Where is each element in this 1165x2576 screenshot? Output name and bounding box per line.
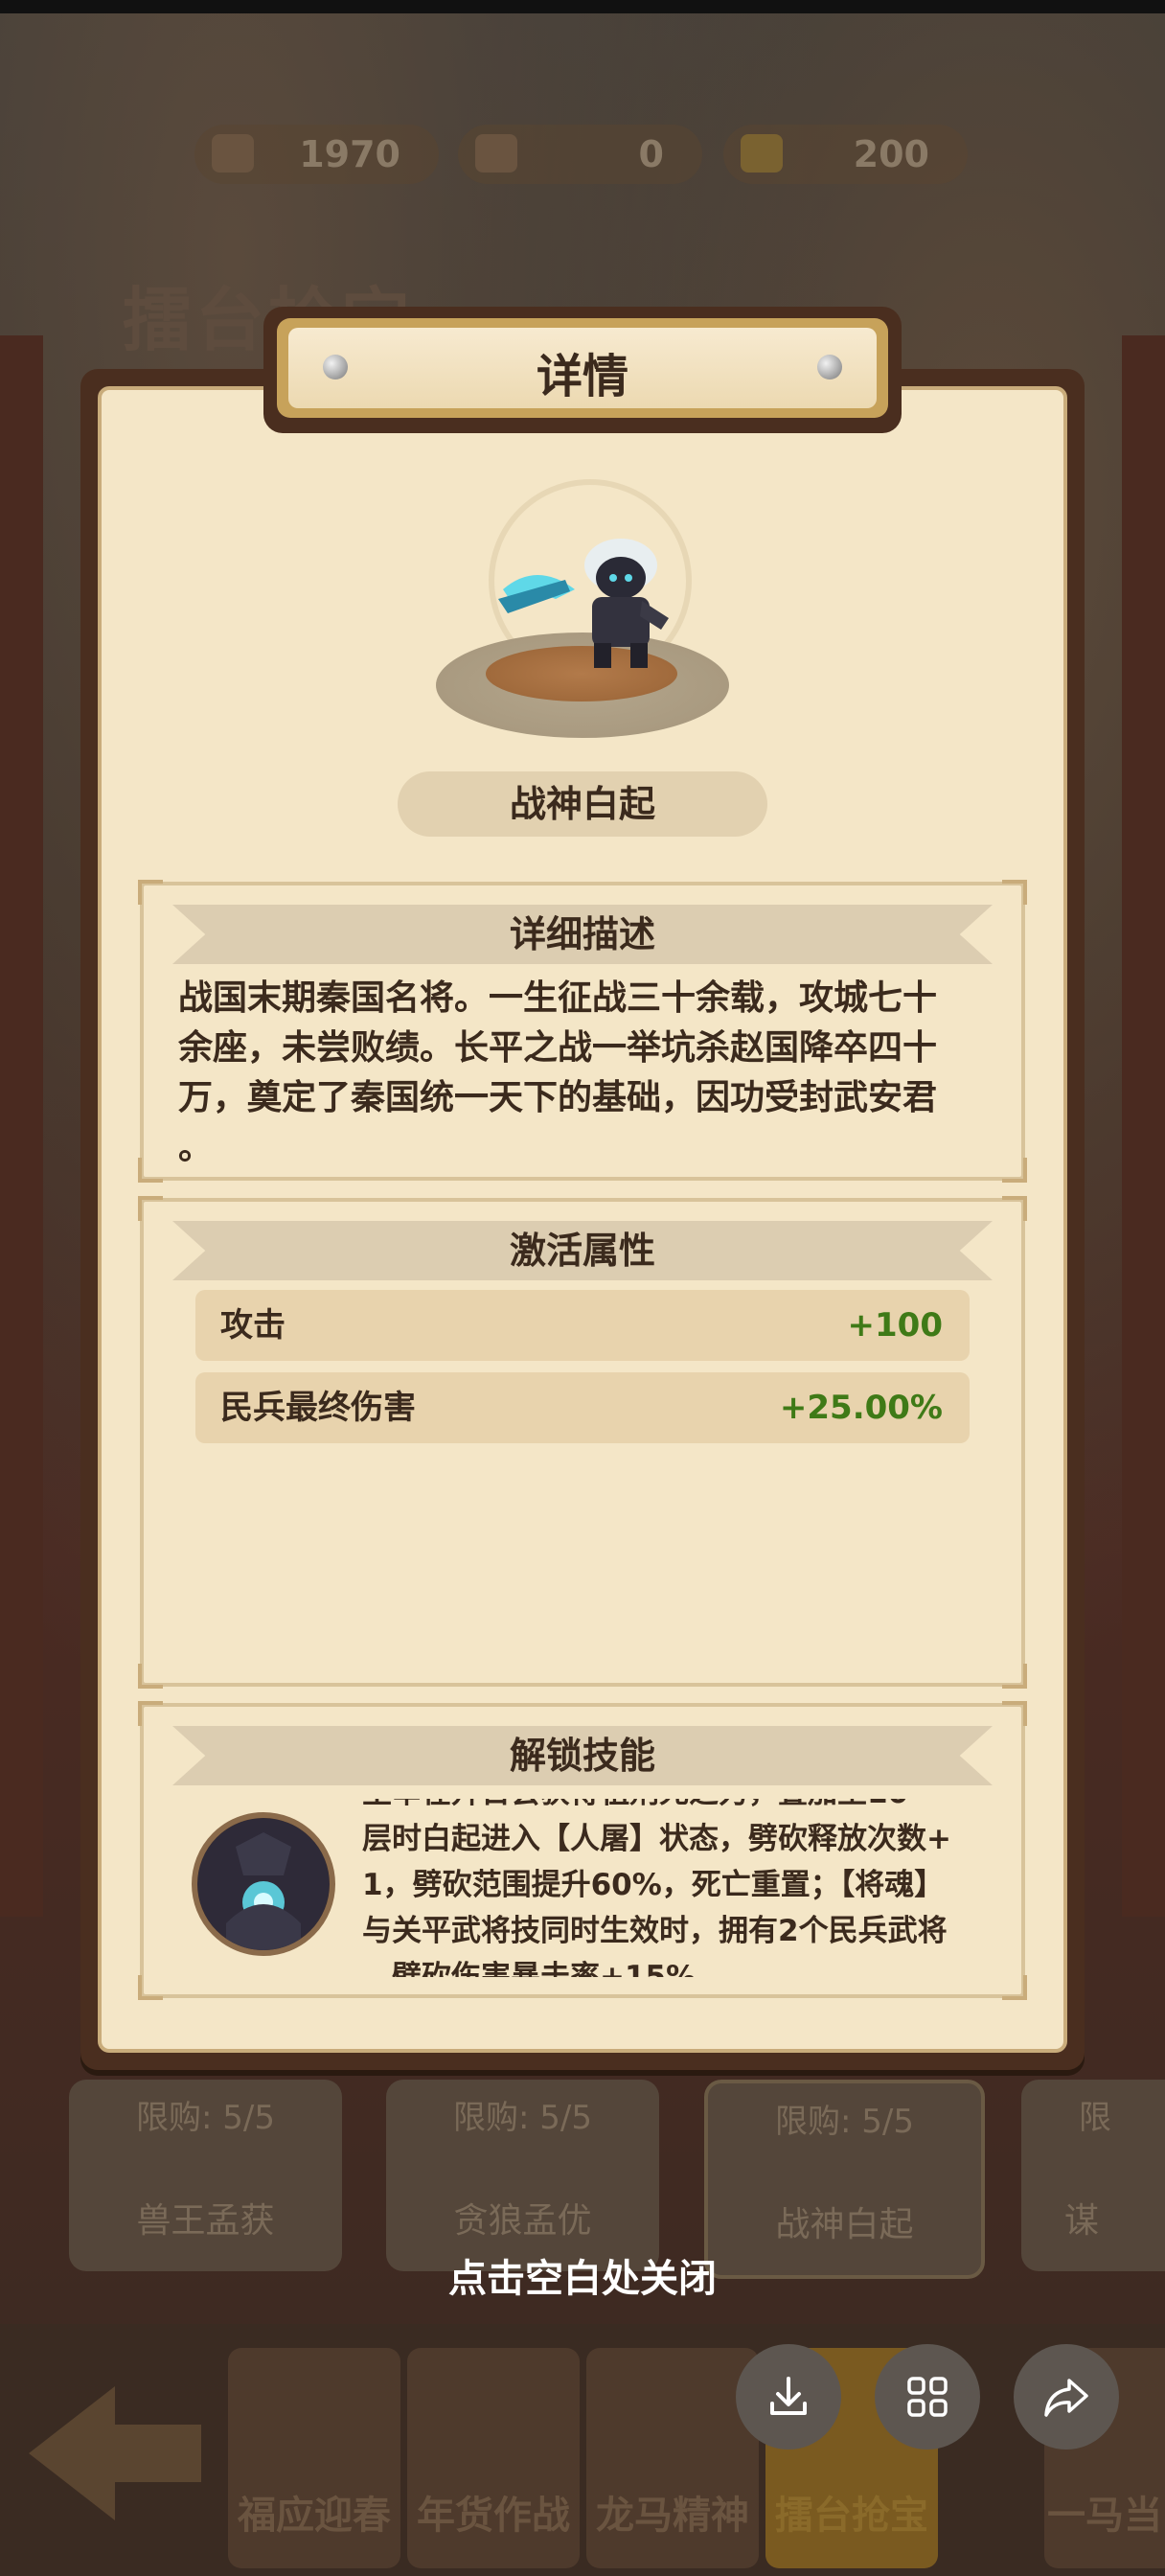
attribute-value: +100	[847, 1306, 943, 1345]
modal-header: 详情	[263, 307, 902, 433]
download-button[interactable]	[736, 2344, 841, 2450]
tab-label: 一马当	[1047, 2494, 1162, 2538]
resource-gold-counter[interactable]: 200	[723, 125, 968, 184]
share-button[interactable]	[1014, 2344, 1119, 2450]
attribute-name: 民兵最终伤害	[220, 1389, 416, 1427]
item-name: 战神白起	[775, 2205, 914, 2244]
skill-section: 解锁技能 主举在升日会获得祖剂死之力，叠加至10 层时白起进入【人屠】状态，劈砍…	[138, 1701, 1027, 2000]
skill-line: ，劈砍伤害暴击率+15%	[362, 1960, 697, 1977]
skill-line: 与关平武将技同时生效时，拥有2个民兵武将	[362, 1914, 948, 1948]
attribute-row: 攻击 +100	[195, 1290, 970, 1361]
status-bar	[0, 0, 1165, 13]
description-line: 万，奠定了秦国统一天下的基础，因功受封武安君	[178, 1078, 938, 1117]
hero-description: 战国末期秦国名将。一生征战三十余载，攻城七十 余座，未尝败绩。长平之战一举坑杀赵…	[178, 974, 993, 1173]
description-line: 战国末期秦国名将。一生征战三十余载，攻城七十	[178, 978, 938, 1018]
purchase-limit: 限购: 5/5	[453, 2099, 592, 2137]
tab-event[interactable]: 年货作战	[407, 2348, 580, 2568]
close-hint[interactable]: 点击空白处关闭	[0, 2247, 1165, 2303]
grid-icon	[907, 2377, 948, 2417]
resource-value: 1970	[299, 133, 400, 175]
attribute-value: +25.00%	[779, 1389, 943, 1427]
tab-label: 福应迎春	[238, 2494, 391, 2538]
skill-line: 层时白起进入【人屠】状态，劈砍释放次数+	[362, 1822, 951, 1856]
download-icon	[770, 2377, 807, 2415]
grid-menu-button[interactable]	[875, 2344, 980, 2450]
modal-title: 详情	[536, 350, 628, 403]
right-banner	[1122, 335, 1165, 1917]
skill-icon[interactable]	[192, 1812, 335, 1956]
back-arrow-icon[interactable]	[10, 2348, 211, 2540]
tab-event[interactable]: 龙马精神	[586, 2348, 759, 2568]
item-name: 贪狼孟优	[453, 2201, 592, 2241]
purchase-limit: 限购: 5/5	[775, 2103, 914, 2141]
gold-ingot-plus-icon	[741, 134, 783, 172]
resource-value: 200	[853, 133, 929, 175]
skill-line: 1，劈砍范围提升60%，死亡重置；【将魂】	[362, 1868, 945, 1902]
tab-label: 擂台抢宝	[775, 2494, 928, 2538]
purchase-limit: 限	[1079, 2099, 1111, 2137]
description-line: 。	[178, 1128, 214, 1167]
bone-plus-icon	[475, 134, 517, 172]
description-line: 余座，未尝败绩。长平之战一举坑杀赵国降卒四十	[178, 1028, 938, 1068]
item-name: 兽王孟获	[136, 2201, 275, 2241]
section-heading: 激活属性	[172, 1221, 993, 1280]
bone-plus-icon	[212, 134, 254, 172]
item-name: 谋	[1064, 2201, 1100, 2241]
section-heading: 详细描述	[172, 905, 993, 964]
skill-line: 主举在升日会获得祖剂死之力，叠加至10	[362, 1799, 1002, 1816]
description-section: 详细描述 战国末期秦国名将。一生征战三十余载，攻城七十 余座，未尝败绩。长平之战…	[138, 880, 1027, 1183]
tab-label: 年货作战	[417, 2494, 570, 2538]
left-banner	[0, 335, 43, 1917]
resource-bone-counter-2[interactable]: 0	[458, 125, 702, 184]
attribute-row: 民兵最终伤害 +25.00%	[195, 1372, 970, 1443]
shop-card[interactable]: 限购: 5/5 兽王孟获	[69, 2080, 342, 2271]
tab-label: 龙马精神	[596, 2494, 749, 2538]
attributes-section: 激活属性 攻击 +100 民兵最终伤害 +25.00%	[138, 1196, 1027, 1689]
hero-name: 战神白起	[398, 771, 767, 837]
tab-event[interactable]: 福应迎春	[228, 2348, 400, 2568]
hero-portrait-icon	[498, 539, 669, 668]
shop-card[interactable]: 限购: 5/5 贪狼孟优	[386, 2080, 659, 2271]
attribute-name: 攻击	[220, 1306, 286, 1345]
resource-value: 0	[638, 133, 664, 175]
skill-description[interactable]: 主举在升日会获得祖剂死之力，叠加至10 层时白起进入【人屠】状态，劈砍释放次数+…	[362, 1799, 1002, 1977]
section-heading: 解锁技能	[172, 1726, 993, 1785]
shop-card[interactable]: 限 谋	[1021, 2080, 1165, 2271]
share-arrow-icon	[1044, 2379, 1088, 2417]
purchase-limit: 限购: 5/5	[136, 2099, 275, 2137]
resource-bone-counter[interactable]: 1970	[194, 125, 439, 184]
